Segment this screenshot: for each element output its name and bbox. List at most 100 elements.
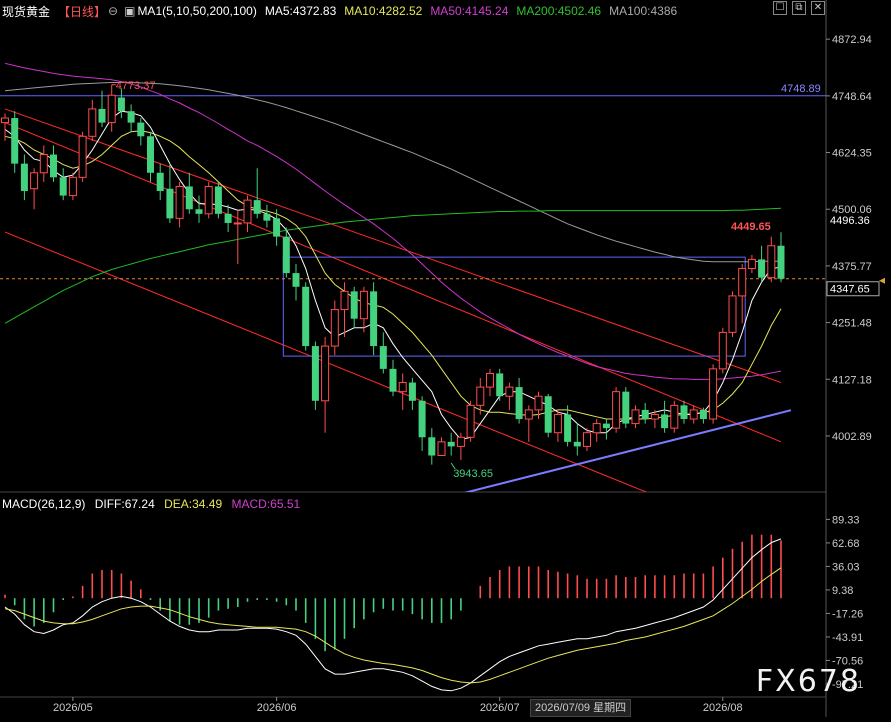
macd-macd-value: MACD:65.51 xyxy=(231,497,301,511)
candle-body-down xyxy=(302,286,310,347)
maximize-button[interactable]: ☐ xyxy=(773,1,787,15)
candle[interactable] xyxy=(622,387,630,429)
candle[interactable] xyxy=(302,282,310,351)
candle-body-up xyxy=(39,154,48,174)
price-tick-label: 4127.18 xyxy=(832,374,872,386)
candle[interactable] xyxy=(670,400,679,433)
candle-body-up xyxy=(437,441,446,457)
candle[interactable] xyxy=(718,327,727,374)
candle-body-up xyxy=(243,199,252,224)
candle-body-down xyxy=(428,437,436,456)
candle-body-up xyxy=(68,176,77,197)
candle-body-up xyxy=(747,258,756,270)
candle-body-down xyxy=(573,441,581,447)
candle-body-up xyxy=(476,386,485,406)
period-label[interactable]: 【日线】 xyxy=(58,3,106,20)
price-tick-label: 4251.48 xyxy=(832,318,872,330)
candle-body-down xyxy=(137,122,145,137)
candle-body-down xyxy=(699,409,707,420)
symbol-name[interactable]: 现货黄金 xyxy=(2,3,50,20)
window-buttons: ☐ ⧉ ✕ xyxy=(773,1,825,15)
candle-body-down xyxy=(379,346,387,369)
candle-body-up xyxy=(592,423,601,434)
low-marker-label: 3943.65 xyxy=(453,468,493,480)
candle-body-down xyxy=(117,97,125,112)
ma50-value: MA50:4145.24 xyxy=(430,4,509,18)
candle-body-down xyxy=(661,414,669,429)
candle-body-down xyxy=(59,177,67,196)
candle-body-down xyxy=(214,186,222,214)
candle-body-down xyxy=(408,382,416,401)
candle-body-up xyxy=(728,295,737,333)
candle[interactable] xyxy=(728,291,737,337)
horizontal-line-label: 4748.89 xyxy=(781,83,821,95)
candle-body-up xyxy=(30,172,39,190)
ma5-value: MA5:4372.83 xyxy=(264,4,337,18)
candle-body-down xyxy=(263,213,271,221)
macd-params-label[interactable]: MACD(26,12,9) xyxy=(2,497,85,511)
macd-tick-label: -17.26 xyxy=(832,608,863,620)
close-button[interactable]: ✕ xyxy=(811,1,825,15)
price-tick-label: 4375.77 xyxy=(832,261,872,273)
candle-body-down xyxy=(515,387,523,420)
candle[interactable] xyxy=(496,368,504,401)
candle[interactable] xyxy=(466,400,475,442)
candle-body-up xyxy=(767,245,776,279)
macd-diff-value: DIFF:67.24 xyxy=(94,497,155,511)
candle[interactable] xyxy=(68,172,77,201)
crosshair-date-label: 2026/07/09 星期四 xyxy=(530,699,632,717)
candle-body-up xyxy=(631,409,640,425)
candle-body-down xyxy=(311,346,319,401)
ma200-value: MA200:4502.46 xyxy=(516,4,602,18)
candle-body-down xyxy=(641,409,649,420)
chart-stage[interactable]: 4773.37 3943.65 4449.65 4748.89 4872.94 4748… xyxy=(0,0,891,717)
candle[interactable] xyxy=(709,364,718,424)
candle-body-down xyxy=(166,188,174,219)
chart-settings-icon[interactable]: ▣ xyxy=(124,4,135,18)
candle[interactable] xyxy=(370,282,378,356)
candle[interactable] xyxy=(11,111,19,173)
chart-svg[interactable]: 4773.37 3943.65 4449.65 4748.89 4872.94 4748… xyxy=(0,0,891,717)
ma200-right-label: 4496.36 xyxy=(830,215,870,227)
macd-tick-label: 36.03 xyxy=(832,561,860,573)
macd-tick-label: 89.33 xyxy=(832,514,860,526)
candle-body-up xyxy=(78,135,87,178)
candle-body-down xyxy=(11,118,19,164)
candle[interactable] xyxy=(612,387,621,433)
chart-background xyxy=(0,0,891,717)
candle-body-down xyxy=(602,423,610,429)
macd-header: MACD(26,12,9) DIFF:67.24 DEA:34.49 MACD:… xyxy=(2,497,306,511)
time-tick-label: 2026/07 xyxy=(480,702,520,714)
high-marker-label: 4773.37 xyxy=(116,80,156,92)
watermark-logo: FX678 xyxy=(755,664,861,699)
candle-body-down xyxy=(370,291,378,347)
ma-params-label[interactable]: MA1(5,10,50,200,100) xyxy=(137,4,256,18)
ma10-value: MA10:4282.52 xyxy=(344,4,423,18)
candle-body-down xyxy=(292,273,300,287)
restore-button[interactable]: ⧉ xyxy=(792,1,806,15)
time-tick-label: 2026/06 xyxy=(257,702,297,714)
candle-body-down xyxy=(680,405,688,420)
candle-body-up xyxy=(107,94,116,124)
candle[interactable] xyxy=(204,181,213,219)
candle-body-down xyxy=(350,291,358,319)
candle-body-up xyxy=(330,309,339,347)
time-tick-label: 2026/05 xyxy=(53,702,93,714)
candle-body-up xyxy=(456,436,465,447)
candle-body-up xyxy=(233,222,242,225)
time-tick-label: 2026/08 xyxy=(703,702,743,714)
candle-body-up xyxy=(321,345,330,402)
candle-body-up xyxy=(689,409,698,420)
candle-body-up xyxy=(650,413,659,420)
macd-tick-label: -43.91 xyxy=(832,632,863,644)
candle[interactable] xyxy=(214,181,222,219)
candle-body-up xyxy=(204,185,213,215)
candle-body-down xyxy=(147,136,154,173)
candle[interactable] xyxy=(544,393,552,438)
candle[interactable] xyxy=(78,131,87,182)
candle-body-up xyxy=(553,413,562,434)
macd-tick-label: 9.38 xyxy=(832,585,853,597)
candle[interactable] xyxy=(311,341,319,410)
candle-body-up xyxy=(718,331,727,370)
lock-icon[interactable]: ⊖ xyxy=(108,4,118,18)
